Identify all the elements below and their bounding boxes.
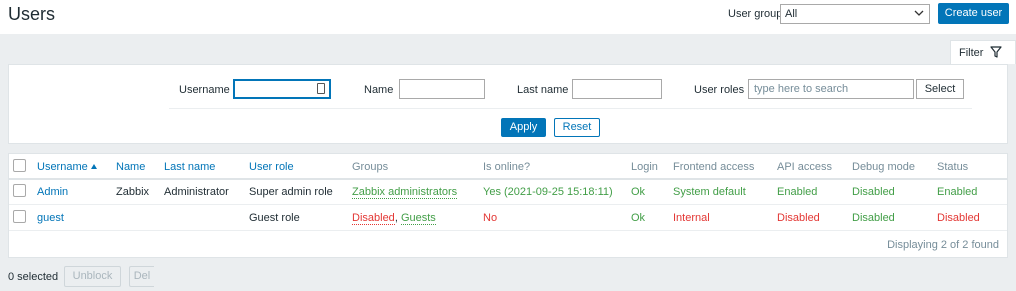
debug-mode-status: Disabled: [852, 186, 895, 198]
filter-divider: [169, 108, 972, 109]
username-link[interactable]: Admin: [37, 186, 68, 198]
column-header-user-role[interactable]: User role: [249, 161, 294, 173]
select-all-checkbox[interactable]: [13, 159, 26, 172]
user-group-value: All: [785, 8, 798, 20]
group-link[interactable]: Zabbix administrators: [352, 186, 458, 199]
user-roles-filter-label: User roles: [694, 84, 745, 96]
online-cell: Yes (2021-09-25 15:18:11): [483, 186, 613, 198]
api-access-status: Enabled: [777, 186, 818, 198]
filter-icon: [990, 46, 1002, 58]
filter-tab[interactable]: Filter: [950, 40, 1016, 64]
online-cell: No: [483, 212, 498, 224]
selected-count: 0 selected: [8, 271, 59, 283]
row-checkbox[interactable]: [13, 210, 26, 223]
sort-ascending-icon: [90, 164, 97, 169]
login-status: Ok: [631, 212, 646, 224]
filter-panel: Username Name Last name User roles Selec…: [8, 64, 1008, 144]
user-roles-search-input[interactable]: [748, 79, 914, 99]
name-filter-input[interactable]: [399, 79, 485, 99]
column-header-login: Login: [631, 161, 658, 173]
frontend-access-cell: Internal: [673, 212, 710, 224]
status-toggle[interactable]: Disabled: [937, 212, 980, 224]
apply-button[interactable]: Apply: [501, 118, 546, 137]
user-group-select[interactable]: All: [780, 4, 930, 24]
header-divider: [9, 178, 1007, 180]
api-access-status: Disabled: [777, 212, 820, 224]
user-role-cell: Super admin role: [249, 186, 333, 198]
create-user-button[interactable]: Create user: [938, 3, 1009, 24]
frontend-access-cell: System default: [673, 186, 746, 198]
column-header-frontend-access: Frontend access: [673, 161, 755, 173]
chevron-down-icon: [914, 10, 924, 16]
groups-cell: Disabled, Guests: [352, 212, 436, 225]
reset-button[interactable]: Reset: [554, 118, 600, 137]
filter-tab-label: Filter: [959, 47, 984, 59]
column-header-username-label: Username: [37, 161, 88, 173]
group-link[interactable]: Guests: [400, 212, 436, 225]
column-header-username[interactable]: Username: [37, 161, 97, 173]
login-status: Ok: [631, 186, 646, 198]
action-bar: 0 selected Unblock Del: [0, 262, 1016, 291]
group-link[interactable]: Disabled: [352, 212, 395, 225]
name-filter-label: Name: [364, 84, 394, 96]
username-filter-label: Username: [179, 84, 230, 96]
table-footer-count: Displaying 2 of 2 found: [887, 239, 999, 251]
delete-button[interactable]: Del: [129, 266, 154, 287]
unblock-button[interactable]: Unblock: [64, 266, 121, 287]
column-header-online: Is online?: [483, 161, 531, 173]
name-cell: Zabbix: [116, 186, 150, 198]
lastname-filter-input[interactable]: [572, 79, 662, 99]
page-title: Users: [8, 4, 56, 24]
select-roles-button[interactable]: Select: [916, 79, 964, 99]
row-divider: [9, 204, 1007, 205]
groups-cell: Zabbix administrators: [352, 186, 458, 199]
row-divider: [9, 230, 1007, 231]
lastname-filter-label: Last name: [517, 84, 569, 96]
column-header-debug-mode: Debug mode: [852, 161, 915, 173]
debug-mode-status: Disabled: [852, 212, 895, 224]
column-header-status: Status: [937, 161, 969, 173]
keyboard-icon[interactable]: [317, 83, 325, 94]
last-name-cell: Administrator: [164, 186, 229, 198]
status-toggle[interactable]: Enabled: [937, 186, 977, 198]
column-header-name[interactable]: Name: [116, 161, 145, 173]
users-table: Username Name Last name User role Groups…: [8, 153, 1008, 258]
user-group-label: User group: [728, 8, 783, 20]
page-header: Users User group All Create user: [0, 0, 1016, 34]
row-checkbox[interactable]: [13, 184, 26, 197]
column-header-groups: Groups: [352, 161, 389, 173]
column-header-last-name[interactable]: Last name: [164, 161, 215, 173]
column-header-api-access: API access: [777, 161, 833, 173]
user-role-cell: Guest role: [249, 212, 300, 224]
username-link[interactable]: guest: [37, 212, 64, 224]
